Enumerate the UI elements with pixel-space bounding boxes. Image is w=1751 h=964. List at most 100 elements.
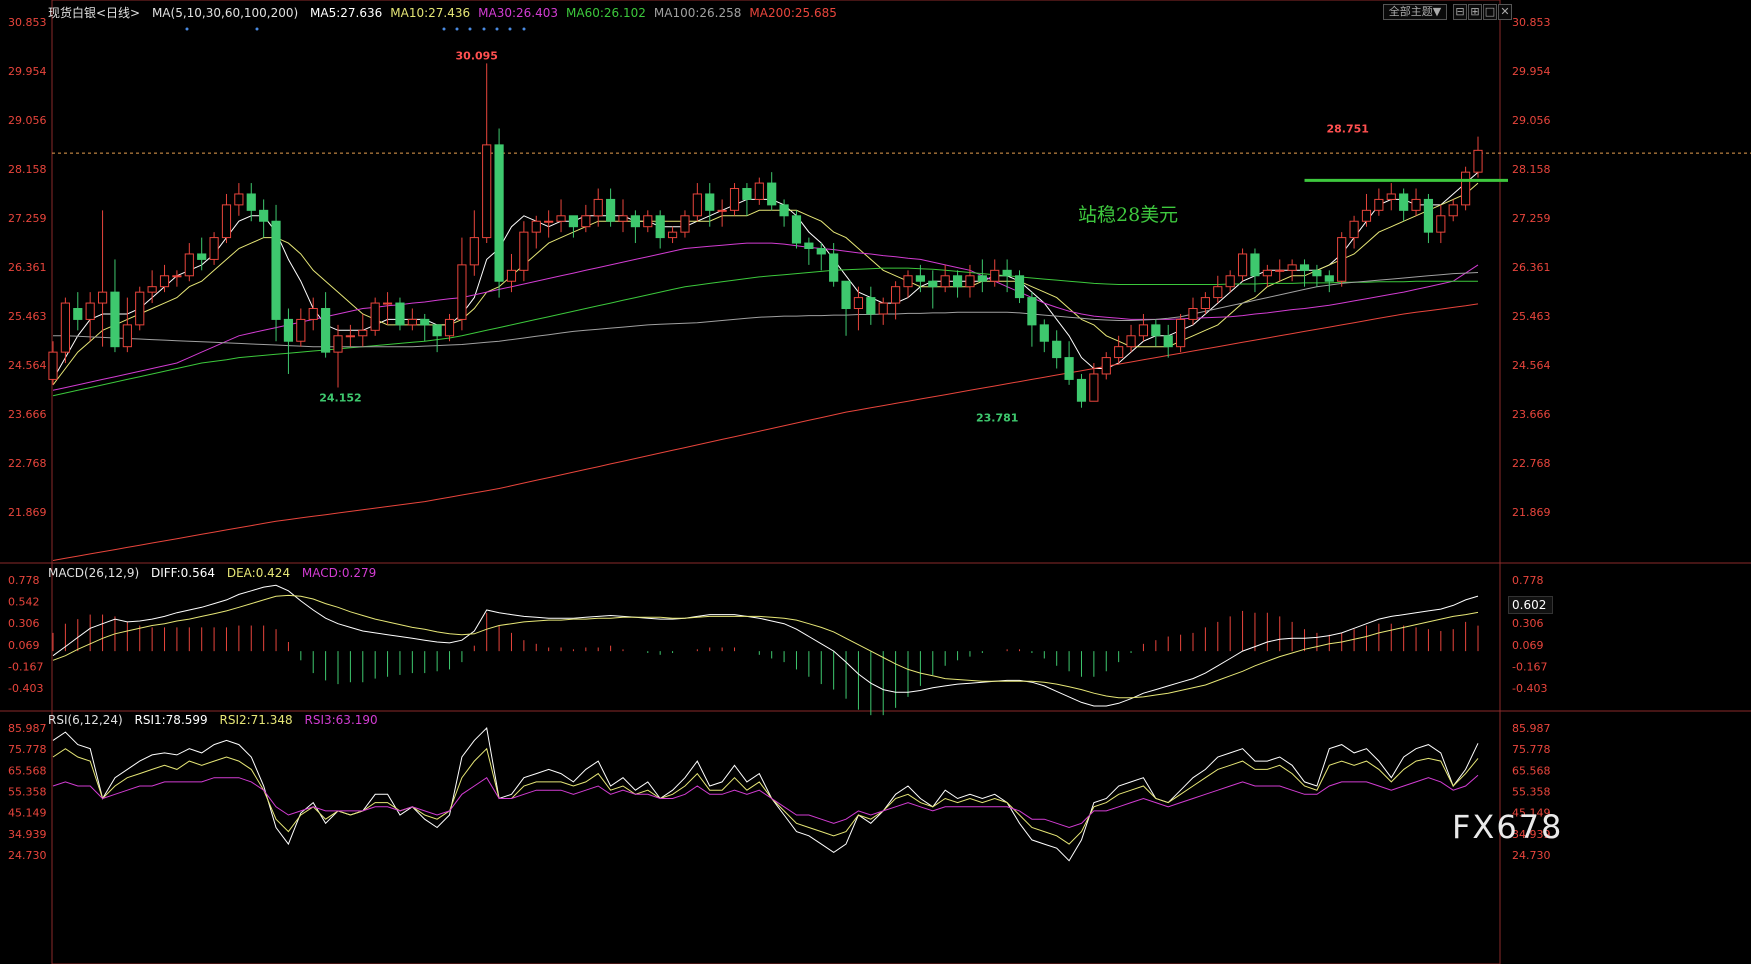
candle-down — [841, 280, 851, 310]
macd-value: MACD:0.279 — [301, 566, 377, 580]
candle-up — [1188, 308, 1198, 320]
macd-header: MACD(26,12,9) DIFF:0.564 DEA:0.424 MACD:… — [48, 566, 384, 580]
candle-up — [717, 209, 727, 212]
grid-icon[interactable]: ⊞ — [1468, 4, 1482, 20]
macd-tick-right: 0.069 — [1512, 639, 1544, 652]
price-tick-right: 22.768 — [1512, 457, 1551, 470]
macd-last-value: 0.602 — [1508, 596, 1553, 614]
candle-down — [915, 275, 925, 282]
candle-down — [767, 182, 777, 206]
candle-down — [1151, 324, 1161, 337]
candle-down — [1027, 297, 1037, 326]
candle-up — [1176, 318, 1186, 348]
candle-up — [1436, 215, 1446, 233]
candle-up — [729, 188, 740, 211]
candle-up — [692, 193, 702, 217]
candle-up — [48, 351, 58, 380]
rsi-rsi2-line — [52, 747, 1479, 845]
candle-up — [308, 308, 318, 320]
rsi-tick-left: 34.939 — [8, 828, 47, 841]
candle-up — [234, 193, 244, 206]
candle-up — [506, 269, 517, 282]
candle-up — [853, 297, 864, 310]
candle-up — [1101, 357, 1111, 375]
price-label-high: 30.095 — [456, 49, 498, 62]
candle-down — [420, 318, 430, 326]
macd-tick-right: 0.778 — [1512, 574, 1544, 587]
candle-up — [680, 215, 690, 233]
candle-up — [407, 318, 417, 326]
price-tick-left: 30.853 — [8, 16, 47, 29]
candle-up — [221, 204, 232, 239]
rsi-tick-left: 55.358 — [8, 786, 47, 799]
symbol-label: 现货白银<日线> — [48, 6, 141, 20]
candle-down — [779, 204, 789, 217]
candle-up — [444, 318, 455, 337]
macd-tick-left: 0.778 — [8, 574, 40, 587]
macd-tick-right: -0.167 — [1512, 660, 1547, 673]
candle-down — [705, 193, 715, 211]
candle-up — [147, 286, 157, 293]
candle-up — [1213, 286, 1223, 299]
candle-up — [990, 269, 1000, 282]
signal-dot — [255, 27, 259, 31]
price-label-high: 28.751 — [1326, 123, 1368, 136]
candle-up — [358, 329, 368, 337]
price-tick-right: 24.564 — [1512, 359, 1551, 372]
ma-legend-1: MA10:27.436 — [390, 6, 471, 20]
macd-diff-line — [52, 584, 1479, 707]
rsi-params: RSI(6,12,24) — [48, 713, 123, 727]
candle-down — [568, 215, 579, 228]
macd-tick-right: 0.306 — [1512, 617, 1544, 630]
price-tick-right: 26.361 — [1512, 261, 1551, 274]
candle-down — [321, 308, 331, 353]
minus-icon[interactable]: ⊟ — [1453, 4, 1467, 20]
price-tick-right: 28.158 — [1512, 163, 1551, 176]
price-tick-right: 25.463 — [1512, 310, 1551, 323]
candle-up — [940, 275, 950, 288]
candle-down — [259, 209, 269, 222]
candle-down — [73, 308, 83, 320]
candle-up — [878, 302, 888, 315]
candle-up — [1225, 275, 1235, 288]
candle-up — [333, 335, 343, 353]
candle-down — [110, 291, 120, 348]
candle-down — [1399, 193, 1409, 211]
rsi-tick-left: 65.568 — [8, 764, 47, 777]
candle-up — [60, 302, 70, 353]
candle-down — [1076, 378, 1087, 402]
rsi-tick-left: 45.149 — [8, 807, 47, 820]
candle-up — [382, 302, 393, 305]
candle-down — [395, 302, 405, 326]
candle-up — [965, 275, 975, 288]
price-tick-left: 27.259 — [8, 212, 47, 225]
rsi-tick-right: 24.730 — [1512, 849, 1551, 862]
candle-up — [122, 324, 132, 348]
candle-up — [593, 198, 603, 217]
rsi-tick-left: 24.730 — [8, 849, 47, 862]
candle-up — [296, 318, 306, 342]
maximize-icon[interactable]: □ — [1483, 4, 1497, 20]
signal-dot — [482, 27, 486, 31]
candle-up — [1361, 209, 1372, 222]
watermark: FX678 — [1452, 808, 1564, 846]
candle-down — [197, 253, 207, 260]
candle-up — [1138, 324, 1149, 337]
candle-up — [531, 220, 541, 233]
theme-dropdown[interactable]: 全部主题▼ — [1383, 4, 1447, 20]
candle-down — [283, 318, 294, 342]
ma-legend-0: MA5:27.636 — [310, 6, 383, 20]
candle-down — [928, 280, 938, 288]
signal-dot — [442, 27, 446, 31]
candle-down — [1312, 269, 1322, 277]
main-header: 现货白银<日线> MA(5,10,30,60,100,200) MA5:27.6… — [48, 4, 853, 21]
candle-up — [457, 264, 467, 320]
price-tick-right: 23.666 — [1512, 408, 1551, 421]
candle-up — [172, 275, 182, 278]
macd-dea: DEA:0.424 — [226, 566, 291, 580]
candle-down — [1002, 269, 1012, 277]
ma-legend-3: MA60:26.102 — [566, 6, 646, 20]
price-tick-left: 24.564 — [8, 359, 47, 372]
close-icon[interactable]: ✕ — [1498, 4, 1512, 20]
rsi-rsi3-line — [52, 774, 1479, 829]
